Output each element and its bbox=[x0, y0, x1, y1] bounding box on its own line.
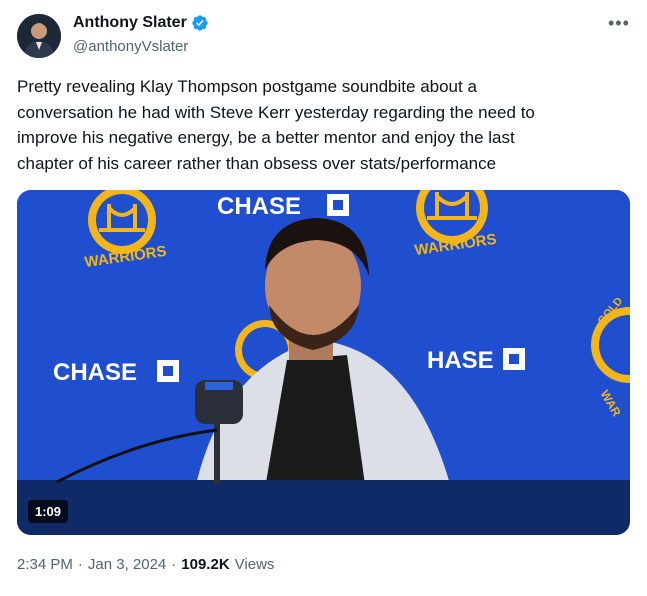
author-name[interactable]: Anthony Slater bbox=[73, 14, 187, 32]
avatar-image bbox=[17, 14, 61, 58]
chase-text-top: CHASE bbox=[217, 193, 301, 220]
video-player[interactable]: WARRIORS WARRIORS GOLD WAR CHASE CHASE H… bbox=[17, 190, 630, 535]
chase-logo-right: HASE bbox=[427, 347, 525, 374]
meta-separator: · bbox=[77, 556, 83, 573]
video-frame: WARRIORS WARRIORS GOLD WAR CHASE CHASE H… bbox=[17, 190, 630, 535]
video-duration-badge: 1:09 bbox=[28, 500, 69, 523]
verified-badge-icon bbox=[192, 15, 208, 31]
meta-separator-2: · bbox=[171, 556, 177, 573]
tweet-date[interactable]: Jan 3, 2024 bbox=[88, 556, 166, 573]
author-avatar[interactable] bbox=[17, 14, 61, 58]
author-handle[interactable]: @anthonyVslater bbox=[73, 38, 188, 55]
author-name-row: Anthony Slater bbox=[73, 14, 209, 32]
tweet-text: Pretty revealing Klay Thompson postgame … bbox=[17, 77, 535, 173]
tweet-card: Anthony Slater @anthonyVslater ••• Prett… bbox=[0, 0, 647, 596]
tweet-meta: 2:34 PM · Jan 3, 2024 · 109.2K Views bbox=[17, 556, 274, 573]
views-count: 109.2K bbox=[181, 556, 230, 573]
chase-logo-top: CHASE bbox=[217, 193, 349, 220]
chase-text-right: HASE bbox=[427, 347, 494, 374]
chase-text-left: CHASE bbox=[53, 359, 137, 386]
podium-table bbox=[17, 480, 630, 535]
more-horizontal-icon[interactable]: ••• bbox=[608, 14, 630, 32]
chase-logo-left: CHASE bbox=[53, 359, 179, 386]
tweet-time[interactable]: 2:34 PM bbox=[17, 556, 73, 573]
views-label: Views bbox=[234, 556, 275, 573]
